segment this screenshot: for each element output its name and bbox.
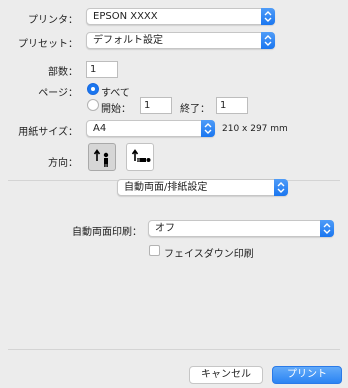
updown-arrows-icon bbox=[320, 220, 334, 237]
printer-label: プリンタ： bbox=[28, 15, 78, 26]
paper-popup[interactable]: A4 bbox=[86, 120, 215, 137]
orientation-label: 方向： bbox=[48, 158, 78, 169]
section-popup[interactable]: 自動両面/排紙設定 bbox=[117, 179, 288, 196]
paper-label: 用紙サイズ： bbox=[18, 127, 78, 138]
paper-size-text: 210 x 297 mm bbox=[222, 124, 288, 134]
updown-arrows-icon bbox=[261, 8, 275, 25]
pages-start-field[interactable]: 1 bbox=[140, 97, 172, 114]
pages-range-radio[interactable] bbox=[87, 99, 99, 111]
facedown-checkbox[interactable] bbox=[149, 245, 160, 256]
pages-all-label: すべて bbox=[101, 88, 130, 99]
print-button[interactable]: プリント bbox=[272, 366, 342, 384]
copies-label: 部数： bbox=[48, 67, 78, 78]
section-value: 自動両面/排紙設定 bbox=[124, 182, 208, 193]
preset-value: デフォルト設定 bbox=[93, 35, 163, 46]
pages-label: ページ： bbox=[38, 88, 78, 99]
pages-end-field[interactable]: 1 bbox=[216, 97, 248, 114]
updown-arrows-icon bbox=[274, 179, 288, 196]
printer-popup[interactable]: EPSON XXXX bbox=[86, 8, 275, 25]
pages-start-label: 開始： bbox=[101, 104, 131, 115]
paper-value: A4 bbox=[93, 123, 107, 134]
pages-all-radio[interactable] bbox=[87, 83, 99, 95]
portrait-orientation-icon bbox=[93, 149, 109, 167]
preset-popup[interactable]: デフォルト設定 bbox=[86, 32, 275, 49]
duplex-value: オフ bbox=[155, 223, 175, 234]
orientation-portrait-button[interactable] bbox=[88, 143, 116, 171]
orientation-landscape-button[interactable] bbox=[126, 143, 154, 171]
duplex-label: 自動両面印刷： bbox=[72, 227, 142, 238]
pages-end-value: 1 bbox=[220, 100, 227, 111]
cancel-button[interactable]: キャンセル bbox=[189, 366, 263, 384]
pages-end-label: 終了： bbox=[180, 104, 210, 115]
updown-arrows-icon bbox=[201, 120, 215, 137]
printer-value: EPSON XXXX bbox=[93, 11, 158, 22]
facedown-label: フェイスダウン印刷 bbox=[164, 249, 254, 260]
preset-label: プリセット： bbox=[18, 39, 78, 50]
copies-field[interactable]: 1 bbox=[86, 61, 118, 78]
pages-start-value: 1 bbox=[144, 100, 151, 111]
duplex-popup[interactable]: オフ bbox=[148, 220, 334, 237]
footer-divider bbox=[8, 349, 340, 350]
copies-value: 1 bbox=[90, 64, 97, 75]
updown-arrows-icon bbox=[261, 32, 275, 49]
landscape-orientation-icon bbox=[131, 149, 151, 162]
